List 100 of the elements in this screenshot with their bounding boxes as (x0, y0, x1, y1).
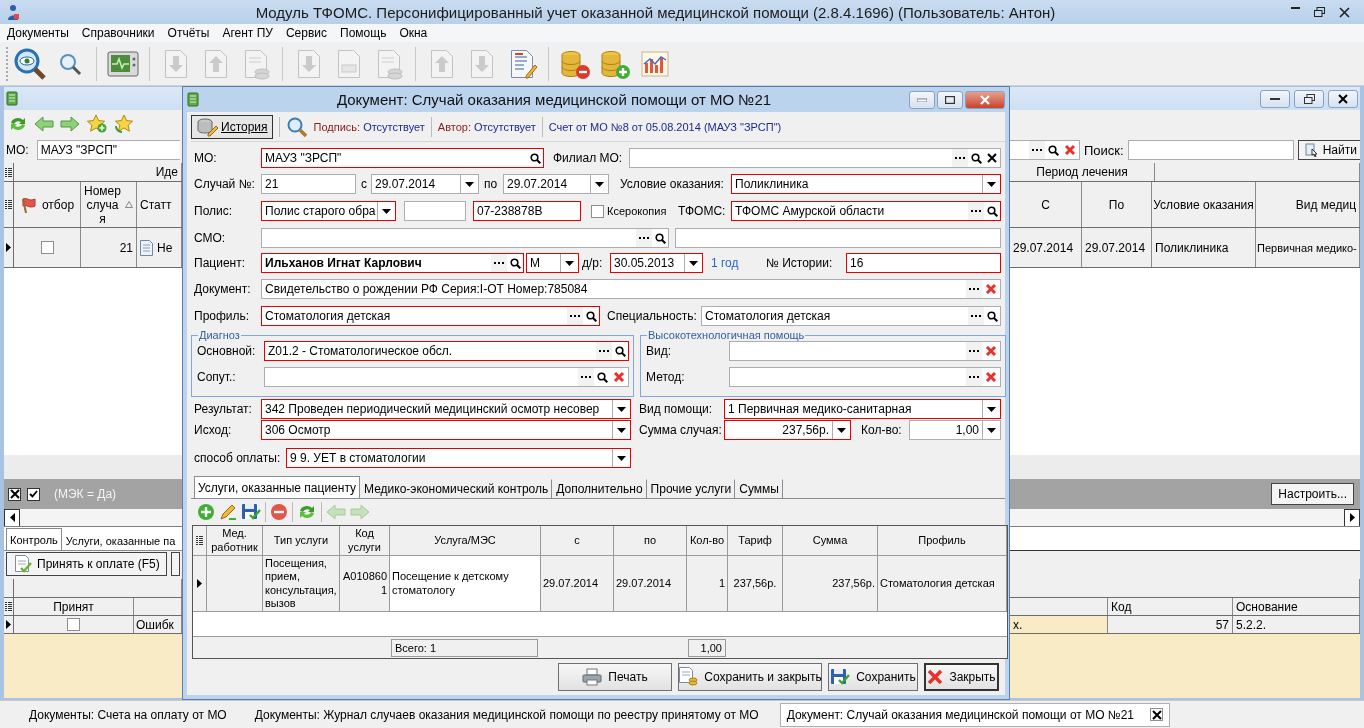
ellipsis-button[interactable] (491, 254, 507, 272)
menu-item[interactable]: Документы (2, 26, 77, 40)
column-header: Код услуги (340, 526, 390, 555)
dialog-button[interactable]: Сохранить (828, 663, 918, 691)
total-quantity: 1,00 (688, 638, 726, 657)
search-icon (285, 115, 308, 138)
column-header: Тип услуги (263, 526, 340, 555)
text-field[interactable]: МАУЗ "ЗРСП" (36, 140, 180, 160)
tab[interactable]: Услуги, оказанные пациенту (194, 476, 361, 498)
column-header: Номер случая (84, 183, 121, 226)
ellipsis-icon (1032, 148, 1042, 152)
ellipsis-button[interactable] (567, 307, 583, 325)
accept-button[interactable]: Принять к оплате (F5) (6, 552, 167, 576)
close-tab-button[interactable] (1150, 708, 1164, 721)
ellipsis-button[interactable] (636, 229, 652, 247)
column-header: Принят (14, 598, 134, 615)
combo-box[interactable]: 237,56р. (724, 420, 851, 440)
field-label: с (360, 177, 368, 191)
text-field[interactable] (264, 367, 629, 387)
maximize-button[interactable] (937, 90, 963, 109)
filter-text: (МЭК = Да) (54, 487, 117, 501)
text-field[interactable] (629, 148, 1001, 168)
menu-item[interactable]: Окна (394, 26, 436, 40)
window-tab[interactable]: Документ: Случай оказания медицинской помощи от МО №21 (779, 702, 1171, 727)
ellipsis-button[interactable] (596, 342, 612, 360)
text-field[interactable] (729, 341, 1001, 361)
ellipsis-button[interactable] (968, 202, 984, 220)
date-picker[interactable]: 30.05.2013 (610, 253, 703, 273)
combo-box[interactable]: Поликлиника (731, 174, 1001, 194)
text-field[interactable]: Z01.2 - Стоматологическое обсл. (264, 341, 629, 361)
combo-box[interactable]: 306 Осмотр (261, 420, 631, 440)
ellipsis-button[interactable] (968, 307, 984, 325)
scroll-left-button[interactable] (4, 509, 20, 526)
combo-box[interactable]: 1 Первичная медико-санитарная (724, 399, 1001, 419)
app-icon (6, 4, 20, 20)
combo-box[interactable]: 1,00 (909, 420, 1001, 440)
age-link[interactable]: 1 год (711, 256, 739, 270)
text-field[interactable]: ТФОМС Амурской области (731, 201, 1001, 221)
combo-box[interactable]: 9 9. УЕТ в стоматологии (286, 448, 631, 468)
text-field[interactable] (1010, 140, 1080, 160)
signature-label: Подпись: (313, 120, 361, 133)
remove-filter-button[interactable] (8, 487, 21, 501)
text-field[interactable]: МАУЗ "ЗРСП" (261, 148, 544, 168)
ellipsis-button[interactable] (966, 342, 982, 360)
text-field[interactable] (729, 367, 1001, 387)
tab[interactable]: Контроль (6, 528, 62, 550)
combo-box[interactable]: М (526, 253, 579, 273)
table-cell: Посещения, прием, консультация, вызов (263, 556, 340, 611)
search-icon (596, 371, 608, 383)
minimize-button[interactable] (1260, 89, 1290, 108)
text-field[interactable] (404, 201, 466, 221)
dropdown-arrow-icon (617, 427, 626, 433)
text-field[interactable]: 16 (846, 253, 1001, 273)
text-field[interactable]: Стоматология детская (261, 306, 600, 326)
combo-box[interactable]: 342 Проведен периодический медицинский осмотр несовер (261, 399, 631, 419)
find-button[interactable]: Найти (1297, 140, 1360, 160)
window-tab[interactable]: Документы: Счета на оплату от МО (22, 702, 234, 727)
ellipsis-icon (570, 314, 580, 318)
text-field[interactable]: 21 (261, 174, 356, 194)
ellipsis-button[interactable] (578, 368, 594, 386)
text-field[interactable] (261, 228, 669, 248)
tab[interactable]: Услуги, оказанные па (61, 530, 180, 550)
menu-item[interactable]: Справочники (76, 26, 163, 40)
text-field[interactable] (675, 228, 1001, 248)
add-icon (197, 503, 215, 521)
dialog-button[interactable]: Печать (558, 663, 672, 691)
dialog-button[interactable]: Закрыть (924, 663, 999, 691)
dropdown-arrow-icon (565, 260, 574, 266)
ellipsis-button[interactable] (1029, 141, 1045, 159)
window-tab[interactable]: Документы: Журнал случаев оказания медицинской помощи по реестру принятому от МО (247, 702, 766, 727)
field-label: Вид помощи: (638, 402, 714, 416)
checkbox[interactable] (27, 487, 40, 501)
field-label: способ оплаты: (194, 451, 282, 465)
checkbox[interactable] (40, 241, 54, 254)
text-field[interactable]: 07-238878В (473, 201, 581, 221)
restore-button[interactable] (1294, 89, 1324, 108)
left-arrow-icon (9, 513, 15, 522)
toolbar-button[interactable] (170, 552, 180, 576)
close-button[interactable] (1328, 89, 1358, 108)
dialog-button[interactable]: Сохранить и закрыть (678, 663, 822, 691)
combo-box[interactable]: Полис старого обра (261, 201, 396, 221)
date-picker[interactable]: 29.07.2014 (371, 174, 479, 194)
menu-item[interactable]: Помощь (335, 26, 395, 40)
configure-button[interactable]: Настроить... (1271, 483, 1354, 505)
history-button[interactable]: История (191, 114, 273, 139)
checkbox[interactable] (591, 204, 604, 218)
ellipsis-button[interactable] (966, 368, 982, 386)
ellipsis-button[interactable] (952, 149, 968, 167)
document-icon (140, 239, 153, 256)
search-field[interactable] (1127, 140, 1294, 160)
text-field[interactable]: Свидетельство о рождении РФ Серия:I-ОТ Номер:785084 (261, 279, 1001, 299)
menu-item[interactable]: Сервис (280, 26, 336, 40)
date-picker[interactable]: 29.07.2014 (503, 174, 609, 194)
ellipsis-button[interactable] (966, 280, 982, 298)
text-field[interactable]: Ильханов Игнат Карлович (261, 253, 524, 273)
checkbox[interactable] (67, 618, 80, 631)
text-field[interactable]: Стоматология детская (701, 306, 1001, 326)
scroll-right-button[interactable] (1344, 509, 1360, 526)
menu-item[interactable]: Агент ПУ (217, 26, 281, 40)
menu-item[interactable]: Отчёты (162, 26, 218, 40)
